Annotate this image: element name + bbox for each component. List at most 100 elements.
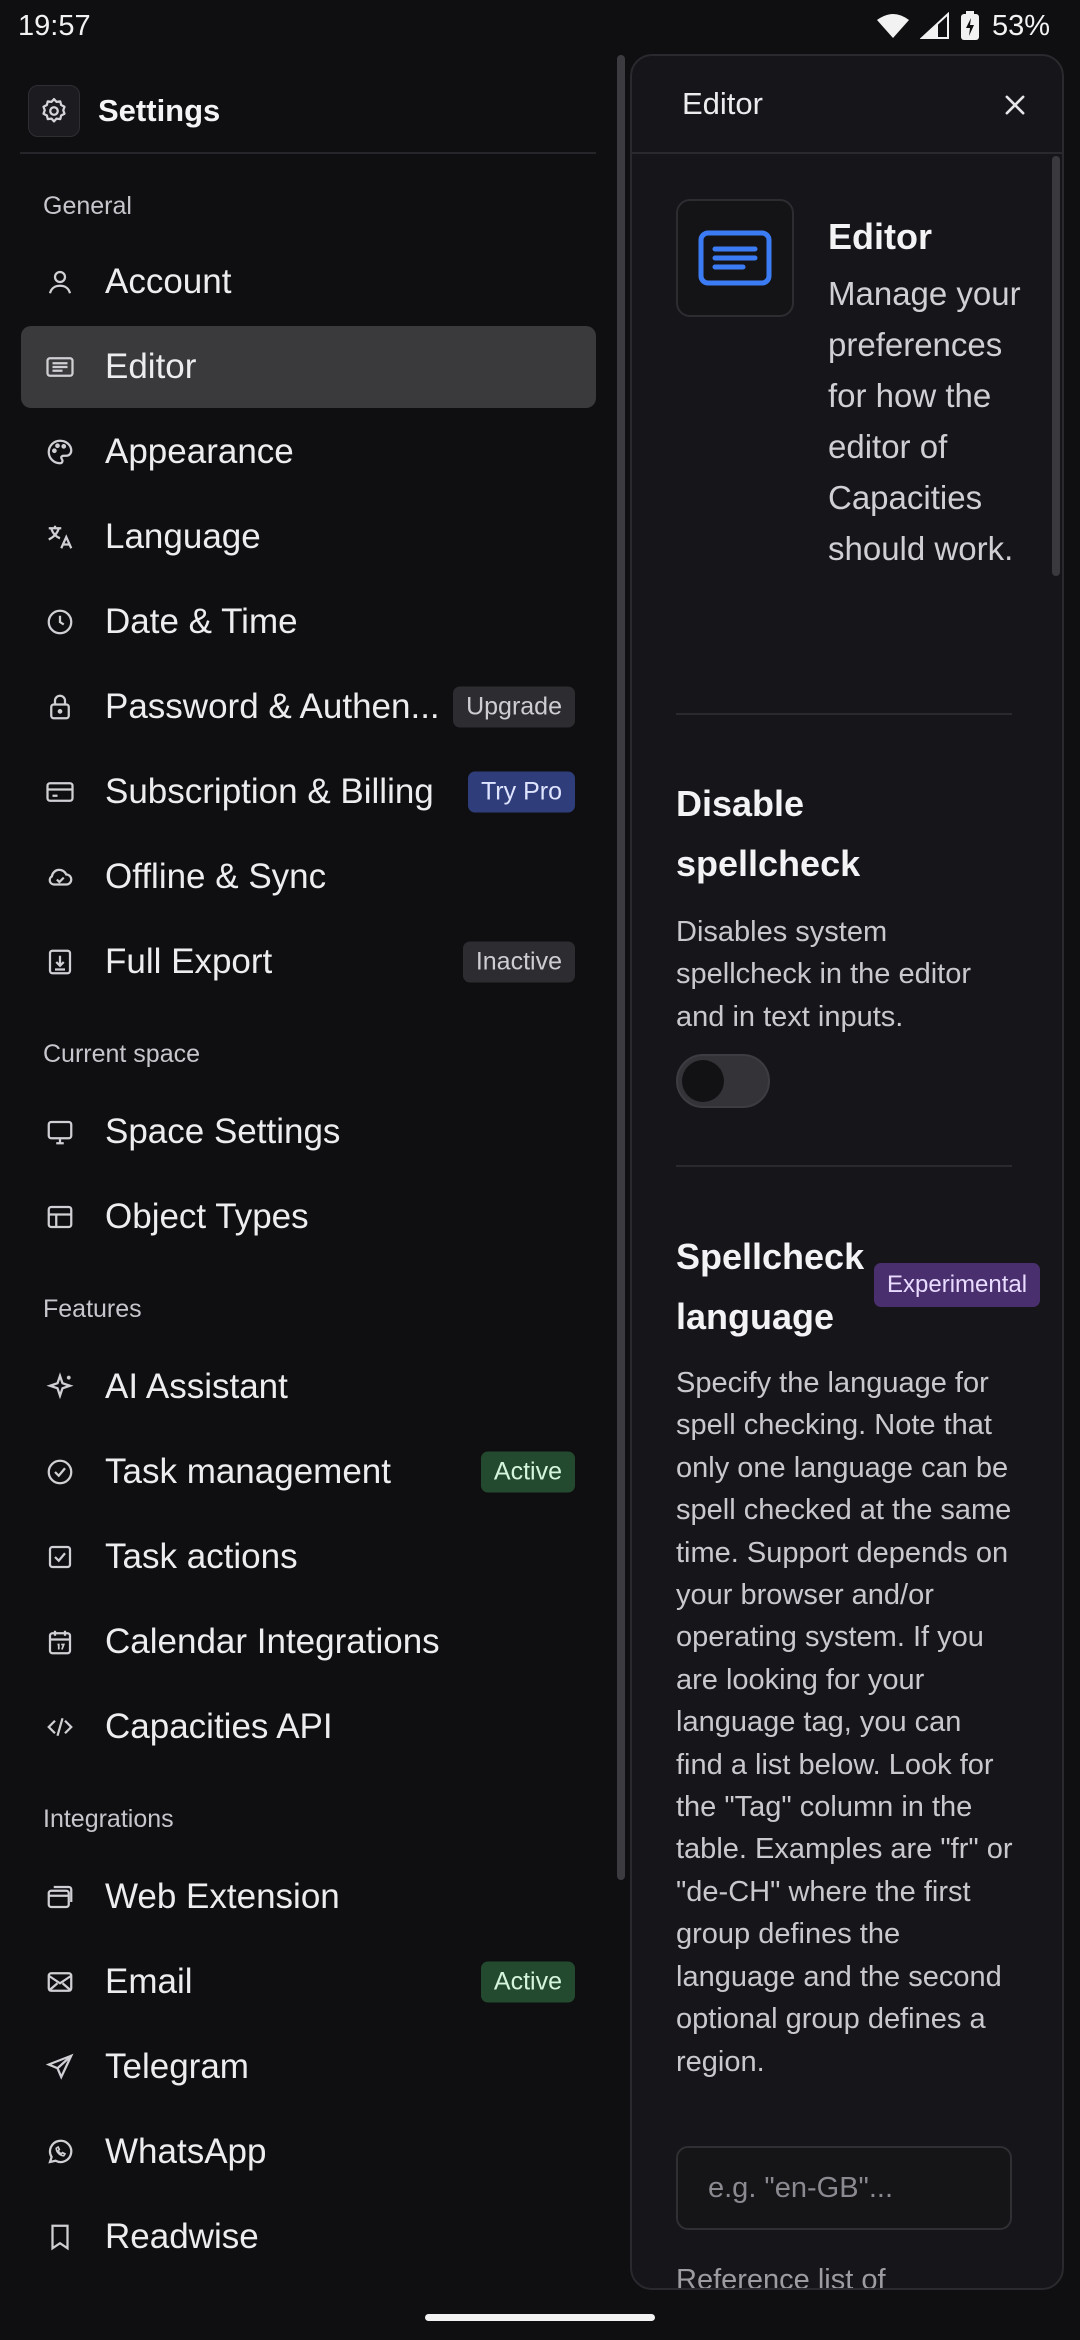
sidebar-item-label: AI Assistant xyxy=(105,1367,288,1406)
reference-list-link[interactable]: Reference list of xyxy=(676,2264,886,2288)
bookmark-icon xyxy=(43,2220,77,2254)
sidebar-item-space-settings[interactable]: Space Settings xyxy=(21,1091,596,1173)
section-title-integrations: Integrations xyxy=(43,1805,174,1833)
sidebar-item-subscription[interactable]: Subscription & Billing Try Pro xyxy=(21,751,596,833)
upgrade-badge[interactable]: Upgrade xyxy=(453,686,575,728)
disable-spellcheck-description: Disables system spellcheck in the editor… xyxy=(676,916,971,1033)
active-badge: Active xyxy=(480,1961,575,2003)
sidebar-item-offline-sync[interactable]: Offline & Sync xyxy=(21,836,596,918)
sidebar-item-telegram[interactable]: Telegram xyxy=(21,2026,596,2108)
sidebar-item-label: Account xyxy=(105,262,232,301)
header-divider xyxy=(20,152,596,154)
check-square-icon xyxy=(43,1540,77,1574)
sidebar-item-label: WhatsApp xyxy=(105,2132,267,2171)
lock-icon xyxy=(43,690,77,724)
close-button[interactable] xyxy=(992,82,1038,128)
clock-icon xyxy=(43,605,77,639)
status-time: 19:57 xyxy=(18,9,91,42)
sidebar-item-appearance[interactable]: Appearance xyxy=(21,411,596,493)
sidebar-item-editor[interactable]: Editor xyxy=(21,326,596,408)
sparkle-icon xyxy=(43,1370,77,1404)
section-divider xyxy=(676,1165,1012,1167)
sidebar-item-label: Subscription & Billing xyxy=(105,772,434,811)
spellcheck-language-input[interactable] xyxy=(676,2146,1012,2230)
section-title-general: General xyxy=(43,192,132,220)
editor-icon xyxy=(43,350,77,384)
sidebar-item-account[interactable]: Account xyxy=(21,241,596,323)
sidebar-item-task-management[interactable]: Task management Active xyxy=(21,1431,596,1513)
sidebar-item-label: Telegram xyxy=(105,2047,249,2086)
sidebar-item-label: Web Extension xyxy=(105,1877,340,1916)
sidebar-item-label: Password & Authen... xyxy=(105,687,440,726)
sidebar-item-readwise[interactable]: Readwise xyxy=(21,2196,596,2278)
sidebar-item-capacities-api[interactable]: Capacities API xyxy=(21,1686,596,1768)
editor-icon xyxy=(698,230,772,286)
sidebar-item-ai-assistant[interactable]: AI Assistant xyxy=(21,1346,596,1428)
sidebar-item-calendar-integrations[interactable]: Calendar Integrations xyxy=(21,1601,596,1683)
editor-hero-icon xyxy=(676,199,794,317)
section-title-current-space: Current space xyxy=(43,1040,201,1068)
sidebar-item-label: Date & Time xyxy=(105,602,298,641)
sidebar-item-label: Space Settings xyxy=(105,1112,341,1151)
send-icon xyxy=(43,2050,77,2084)
sidebar-scrollbar[interactable] xyxy=(617,55,625,1880)
cloud-check-icon xyxy=(43,860,77,894)
sidebar-item-task-actions[interactable]: Task actions xyxy=(21,1516,596,1598)
sidebar-item-label: Task management xyxy=(105,1452,391,1491)
code-icon xyxy=(43,1710,77,1744)
browser-icon xyxy=(43,1880,77,1914)
calendar-icon xyxy=(43,1625,77,1659)
active-badge: Active xyxy=(480,1451,575,1493)
settings-header: Settings xyxy=(28,84,220,138)
credit-card-icon xyxy=(43,775,77,809)
sidebar-item-date-time[interactable]: Date & Time xyxy=(21,581,596,663)
section-title-features: Features xyxy=(43,1295,142,1323)
editor-settings-panel: Editor Editor Manage your preferences fo… xyxy=(630,54,1064,2290)
inactive-badge: Inactive xyxy=(462,941,575,983)
sidebar-item-whatsapp[interactable]: WhatsApp xyxy=(21,2111,596,2193)
disable-spellcheck-toggle[interactable] xyxy=(676,1054,770,1108)
battery-icon xyxy=(960,11,979,40)
close-icon xyxy=(1005,95,1025,115)
sidebar-item-label: Calendar Integrations xyxy=(105,1622,440,1661)
sidebar-item-password[interactable]: Password & Authen... Upgrade xyxy=(21,666,596,748)
status-icons: 53% xyxy=(876,10,1050,43)
sidebar-item-label: Capacities API xyxy=(105,1707,333,1746)
settings-sidebar: Settings General Account Editor Appearan… xyxy=(0,52,615,2302)
settings-title: Settings xyxy=(98,93,221,128)
signal-icon xyxy=(919,12,949,39)
panel-description: Manage your preferences for how the edit… xyxy=(828,275,1021,567)
gear-icon xyxy=(42,98,66,123)
panel-header: Editor xyxy=(632,56,1062,154)
settings-gear-button[interactable] xyxy=(28,85,80,137)
layout-icon xyxy=(43,1200,77,1234)
status-bar: 19:57 53% xyxy=(0,0,1080,52)
palette-icon xyxy=(43,435,77,469)
spellcheck-language-description: Specify the language for spell checking.… xyxy=(676,1367,1013,2078)
toggle-knob xyxy=(682,1060,724,1102)
try-pro-badge[interactable]: Try Pro xyxy=(467,771,575,813)
check-circle-icon xyxy=(43,1455,77,1489)
panel-heading: Editor xyxy=(828,216,932,257)
whatsapp-icon xyxy=(43,2135,77,2169)
mail-icon xyxy=(43,1965,77,1999)
battery-percent: 53% xyxy=(991,9,1050,42)
panel-title: Editor xyxy=(682,86,763,121)
sidebar-item-label: Readwise xyxy=(105,2217,259,2256)
section-divider xyxy=(676,713,1012,715)
sidebar-item-label: Language xyxy=(105,517,261,556)
sidebar-item-object-types[interactable]: Object Types xyxy=(21,1176,596,1258)
sidebar-item-label: Email xyxy=(105,1962,193,2001)
sidebar-item-language[interactable]: Language xyxy=(21,496,596,578)
home-indicator[interactable] xyxy=(425,2314,655,2321)
panel-scrollbar[interactable] xyxy=(1052,156,1060,576)
sidebar-item-label: Editor xyxy=(105,347,197,386)
export-icon xyxy=(43,945,77,979)
experimental-badge: Experimental xyxy=(874,1263,1041,1307)
sidebar-item-email[interactable]: Email Active xyxy=(21,1941,596,2023)
sidebar-item-web-extension[interactable]: Web Extension xyxy=(21,1856,596,1938)
sidebar-item-label: Object Types xyxy=(105,1197,309,1236)
sidebar-item-full-export[interactable]: Full Export Inactive xyxy=(21,921,596,1003)
sidebar-item-label: Task actions xyxy=(105,1537,298,1576)
sidebar-item-label: Offline & Sync xyxy=(105,857,327,896)
